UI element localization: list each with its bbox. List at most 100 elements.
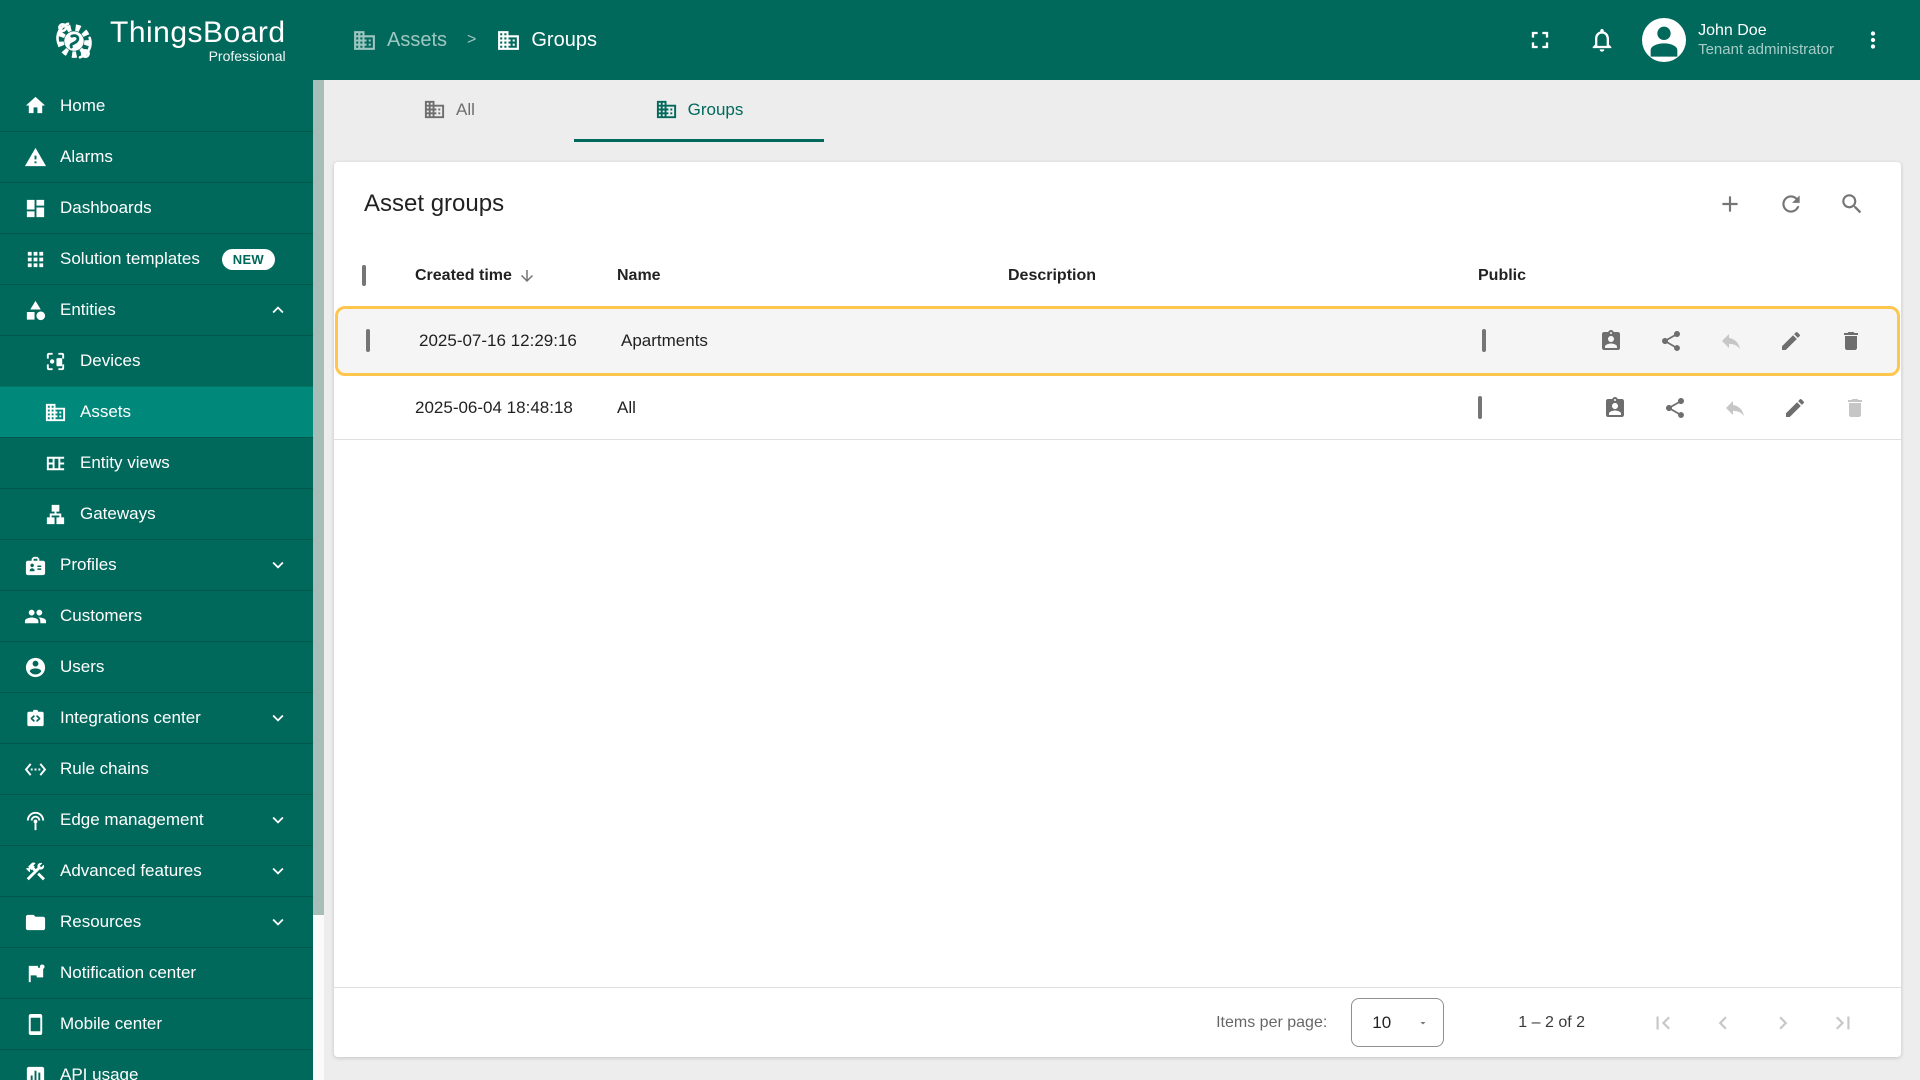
sidebar-scrollbar-thumb[interactable]: [313, 80, 324, 915]
integrations-center-icon: [24, 707, 47, 730]
paginator: Items per page: 10 1 – 2 of 2: [334, 987, 1901, 1057]
share-group-button[interactable]: [1663, 396, 1687, 420]
fullscreen-button[interactable]: [1526, 26, 1554, 54]
edit-group-button[interactable]: [1783, 396, 1807, 420]
tab-label: All: [456, 99, 475, 119]
refresh-icon: [1778, 191, 1804, 217]
header-actions: John Doe Tenant administrator: [1526, 0, 1920, 80]
sidebar-item-users[interactable]: Users: [0, 641, 313, 692]
breadcrumb-assets[interactable]: Assets: [352, 28, 447, 53]
domain-icon: [423, 98, 446, 121]
delete-group-button[interactable]: [1839, 329, 1863, 353]
alarms-icon: [24, 146, 47, 169]
add-group-button[interactable]: [1717, 191, 1743, 217]
sidebar-item-assets[interactable]: Assets: [0, 386, 313, 437]
breadcrumb-groups[interactable]: Groups: [496, 28, 597, 53]
sidebar-item-integrations-center[interactable]: Integrations center: [0, 692, 313, 743]
public-checkbox[interactable]: [1478, 395, 1482, 419]
user-avatar[interactable]: [1642, 18, 1687, 62]
customers-icon: [24, 605, 47, 628]
notifications-button[interactable]: [1588, 26, 1616, 54]
items-per-page-label: Items per page:: [1216, 1013, 1328, 1031]
sidebar-item-api-usage[interactable]: API usage: [0, 1049, 313, 1080]
breadcrumb-label: Groups: [531, 28, 597, 51]
sidebar-item-edge-management[interactable]: Edge management: [0, 794, 313, 845]
sidebar: Home Alarms Dashboards Solution templates NE…: [0, 80, 324, 1080]
sidebar-item-advanced-features[interactable]: Advanced features: [0, 845, 313, 896]
more-menu-button[interactable]: [1860, 27, 1886, 53]
sidebar-item-label: Users: [60, 657, 105, 676]
make-private-button: [1723, 396, 1747, 420]
sidebar-item-alarms[interactable]: Alarms: [0, 131, 313, 182]
sidebar-item-dashboards[interactable]: Dashboards: [0, 182, 313, 233]
sidebar-item-label: Home: [60, 95, 106, 115]
sidebar-item-rule-chains[interactable]: Rule chains: [0, 743, 313, 794]
tab-groups[interactable]: Groups: [574, 80, 824, 142]
domain-icon: [352, 28, 377, 53]
sidebar-item-label: Entity views: [80, 453, 170, 472]
sidebar-item-mobile-center[interactable]: Mobile center: [0, 998, 313, 1049]
sort-desc-icon: [518, 267, 536, 285]
tabs-bar: All Groups: [324, 80, 1920, 142]
sidebar-item-solution-templates[interactable]: Solution templates NEW: [0, 233, 313, 284]
sidebar-item-label: Profiles: [60, 555, 117, 574]
contact-icon: [1603, 396, 1627, 420]
chevron-down-icon: [267, 911, 289, 933]
domain-icon: [655, 98, 678, 121]
chevron-down-icon: [267, 860, 289, 882]
sidebar-item-notification-center[interactable]: Notification center: [0, 947, 313, 998]
sidebar-item-customers[interactable]: Customers: [0, 590, 313, 641]
sidebar-item-resources[interactable]: Resources: [0, 896, 313, 947]
column-created-time[interactable]: Created time: [415, 267, 617, 285]
share-group-button[interactable]: [1659, 329, 1683, 353]
tab-all[interactable]: All: [324, 80, 574, 142]
asset-groups-card: Asset groups Created time Name Descripti…: [334, 162, 1901, 1057]
table-row-all[interactable]: 2025-06-04 18:48:18 All: [334, 376, 1901, 440]
table-header: Created time Name Description Public: [334, 246, 1901, 306]
sidebar-item-entities[interactable]: Entities: [0, 284, 313, 335]
delete-icon: [1843, 396, 1867, 420]
first-page-button: [1633, 1003, 1693, 1043]
sidebar-item-gateways[interactable]: Gateways: [0, 488, 313, 539]
first-page-icon: [1650, 1010, 1676, 1036]
share-icon: [1659, 329, 1683, 353]
devices-icon: [44, 350, 67, 373]
select-arrow-icon: [1417, 1017, 1429, 1029]
search-button[interactable]: [1839, 191, 1865, 217]
edit-group-button[interactable]: [1779, 329, 1803, 353]
person-icon: [1644, 20, 1684, 60]
cell-created-time: 2025-07-16 12:29:16: [419, 331, 577, 350]
sidebar-item-entity-views[interactable]: Entity views: [0, 437, 313, 488]
contact-icon: [1599, 329, 1623, 353]
edge-management-icon: [24, 809, 47, 832]
tab-label: Groups: [687, 99, 744, 119]
notification-center-icon: [24, 962, 47, 985]
solution-templates-icon: [24, 248, 47, 271]
page-size-value: 10: [1372, 1012, 1392, 1032]
breadcrumb-label: Assets: [387, 28, 448, 51]
page-size-select[interactable]: 10: [1351, 998, 1445, 1047]
open-group-button[interactable]: [1599, 329, 1623, 353]
sidebar-item-devices[interactable]: Devices: [0, 335, 313, 386]
sidebar-item-profiles[interactable]: Profiles: [0, 539, 313, 590]
refresh-button[interactable]: [1778, 191, 1804, 217]
row-checkbox[interactable]: [366, 329, 370, 352]
sidebar-scrollbar: [313, 80, 324, 1080]
next-page-button: [1753, 1003, 1813, 1043]
column-name[interactable]: Name: [617, 267, 1008, 285]
sidebar-item-home[interactable]: Home: [0, 80, 313, 131]
select-all-checkbox[interactable]: [362, 265, 366, 286]
chevron-down-icon: [267, 554, 289, 576]
reply-icon: [1723, 396, 1747, 420]
dashboards-icon: [24, 197, 47, 220]
advanced-features-icon: [24, 860, 47, 883]
delete-icon: [1839, 329, 1863, 353]
user-name: John Doe: [1698, 21, 1767, 39]
thingsboard-logo[interactable]: ThingsBoard Professional: [48, 14, 286, 66]
public-checkbox[interactable]: [1482, 329, 1486, 352]
home-icon: [24, 94, 47, 117]
column-description[interactable]: Description: [1008, 267, 1478, 285]
table-row-apartments[interactable]: 2025-07-16 12:29:16 Apartments: [335, 306, 1900, 376]
open-group-button[interactable]: [1603, 396, 1627, 420]
app-header: ThingsBoard Professional Assets > Groups…: [0, 0, 1920, 80]
